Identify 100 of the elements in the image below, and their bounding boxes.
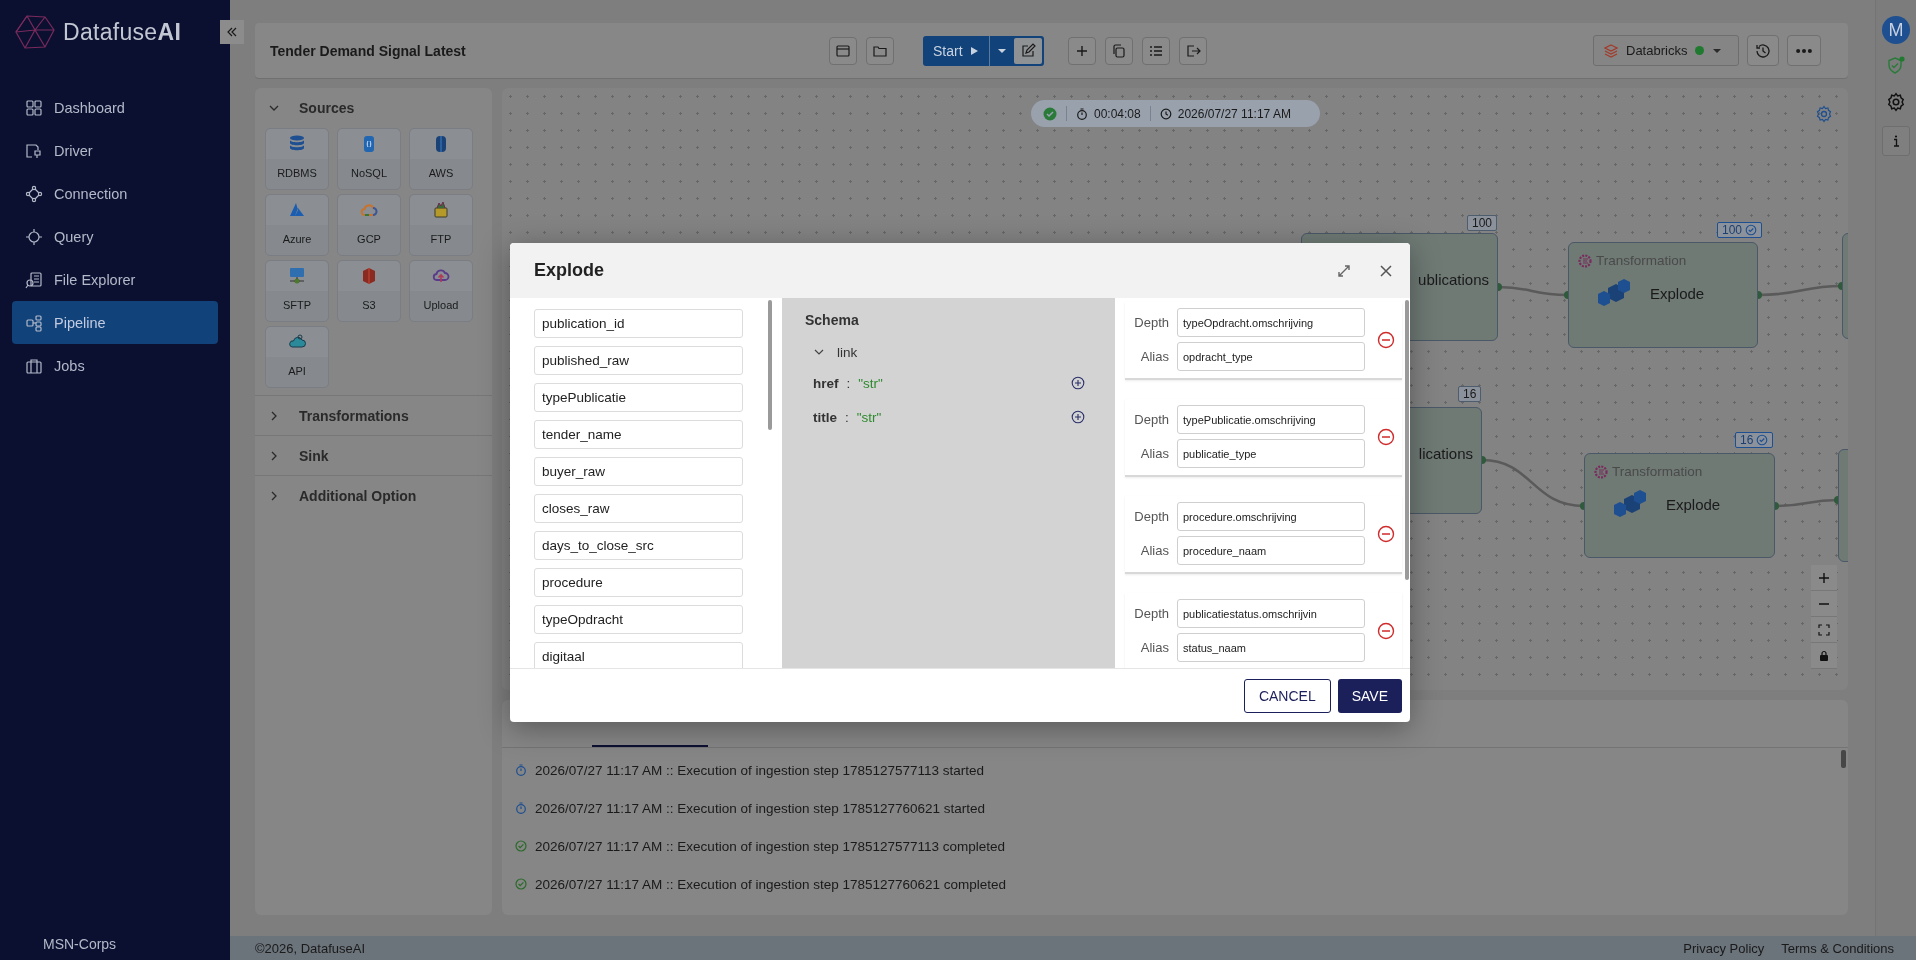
- source-tile[interactable]: Azure: [265, 194, 329, 256]
- column-field[interactable]: publication_id: [534, 309, 743, 338]
- alias-field[interactable]: opdracht_type: [1177, 342, 1365, 371]
- source-tile[interactable]: RDBMS: [265, 128, 329, 190]
- section-header[interactable]: Sink: [255, 436, 492, 475]
- nav-item[interactable]: Pipeline: [12, 301, 218, 344]
- column-field[interactable]: procedure: [534, 568, 743, 597]
- plus-circle-icon[interactable]: [1071, 410, 1085, 424]
- column-field[interactable]: tender_name: [534, 420, 743, 449]
- column-field[interactable]: published_raw: [534, 346, 743, 375]
- avatar[interactable]: M: [1882, 16, 1910, 44]
- source-tile[interactable]: SFTP: [265, 260, 329, 322]
- alias-label: Alias: [1139, 349, 1169, 364]
- remove-icon[interactable]: [1377, 330, 1395, 349]
- scrollbar-thumb[interactable]: [768, 300, 772, 430]
- scrollbar-thumb[interactable]: [1405, 300, 1409, 580]
- depth-label: Depth: [1133, 606, 1169, 621]
- zoom-in-button[interactable]: [1811, 565, 1837, 591]
- zoom-out-button[interactable]: [1811, 591, 1837, 617]
- fit-icon: [1818, 623, 1830, 636]
- column-field[interactable]: typePublicatie: [534, 383, 743, 412]
- pipeline-icon: [25, 313, 43, 332]
- cancel-button[interactable]: CANCEL: [1243, 678, 1331, 713]
- alias-field[interactable]: publicatie_type: [1177, 439, 1365, 468]
- history-button[interactable]: [1747, 35, 1779, 66]
- play-icon: [968, 45, 979, 56]
- timer-icon: [1076, 107, 1088, 120]
- alias-field[interactable]: status_naam: [1177, 633, 1365, 662]
- copy-button[interactable]: [1104, 36, 1133, 65]
- engine-dropdown[interactable]: Databricks: [1593, 35, 1739, 66]
- nav-item[interactable]: Query: [12, 215, 218, 258]
- source-tile[interactable]: NoSQL: [337, 128, 401, 190]
- settings-icon[interactable]: [1815, 105, 1833, 123]
- start-button[interactable]: Start: [923, 35, 990, 66]
- source-tile[interactable]: GCP: [337, 194, 401, 256]
- remove-icon[interactable]: [1377, 427, 1395, 446]
- log-entry: 2026/07/27 11:17 AM :: Execution of ingestion step 1785127760621 started: [535, 800, 986, 816]
- depth-field[interactable]: typePublicatie.omschrijving: [1177, 405, 1365, 434]
- folder-button[interactable]: [866, 36, 894, 65]
- nav-item[interactable]: Jobs: [12, 344, 218, 387]
- tile-label: Upload: [423, 299, 459, 311]
- section-header[interactable]: Transformations: [255, 396, 492, 435]
- save-button[interactable]: SAVE: [1337, 678, 1402, 713]
- column-field[interactable]: digitaal: [534, 642, 743, 668]
- column-field[interactable]: typeOpdracht: [534, 605, 743, 634]
- depth-field[interactable]: typeOpdracht.omschrijving: [1177, 308, 1365, 337]
- source-tile[interactable]: FTP: [409, 194, 473, 256]
- plus-circle-icon[interactable]: [1071, 376, 1085, 390]
- double-chevron-icon: [226, 26, 238, 38]
- more-button[interactable]: [1787, 35, 1821, 66]
- dialog-title: Explode: [534, 260, 604, 281]
- info-button[interactable]: [1882, 126, 1910, 156]
- alias-field[interactable]: procedure_naam: [1177, 536, 1365, 565]
- section-header[interactable]: Additional Option: [255, 476, 492, 515]
- settings-icon[interactable]: [1886, 92, 1906, 112]
- cubes-icon: [1596, 278, 1632, 308]
- window-button[interactable]: [829, 36, 857, 65]
- tile-label: GCP: [357, 233, 381, 245]
- nav-item[interactable]: File Explorer: [12, 258, 218, 301]
- edit-button[interactable]: [1013, 37, 1042, 64]
- file-search-icon: [25, 270, 43, 289]
- footer-link[interactable]: Terms & Conditions: [1781, 940, 1894, 956]
- run-timestamp: 2026/07/27 11:17 AM: [1177, 106, 1291, 121]
- export-button[interactable]: [1178, 36, 1207, 65]
- remove-icon[interactable]: [1377, 621, 1395, 640]
- list-button[interactable]: [1141, 36, 1170, 65]
- collapse-button[interactable]: [220, 20, 244, 44]
- column-field[interactable]: closes_raw: [534, 494, 743, 523]
- depth-field[interactable]: publicatiestatus.omschrijvin: [1177, 599, 1365, 628]
- scrollbar-thumb[interactable]: [1841, 750, 1846, 768]
- plus-icon: [1818, 571, 1830, 584]
- column-field[interactable]: buyer_raw: [534, 457, 743, 486]
- add-button[interactable]: [1067, 36, 1096, 65]
- pipeline-title: Tender Demand Signal Latest: [270, 42, 467, 59]
- column-field[interactable]: days_to_close_src: [534, 531, 743, 560]
- depth-label: Depth: [1133, 315, 1169, 330]
- layers-icon: [1604, 43, 1618, 58]
- separator: :: [845, 409, 849, 425]
- copyright: ©2026, DatafuseAI: [255, 940, 366, 956]
- remove-icon[interactable]: [1377, 524, 1395, 543]
- tree-node[interactable]: link: [805, 338, 1085, 366]
- nav-item[interactable]: Connection: [12, 172, 218, 215]
- source-tile[interactable]: API: [265, 326, 329, 388]
- tile-label: SFTP: [282, 299, 312, 311]
- lock-button[interactable]: [1811, 643, 1837, 669]
- field-key: title: [813, 409, 837, 425]
- source-tile[interactable]: Upload: [409, 260, 473, 322]
- clock-icon: [1159, 107, 1172, 120]
- depth-field[interactable]: procedure.omschrijving: [1177, 502, 1365, 531]
- source-tile[interactable]: AWS: [409, 128, 473, 190]
- section-title: Sources: [299, 99, 355, 116]
- footer-link[interactable]: Privacy Policy: [1683, 940, 1765, 956]
- schema-title: Schema: [805, 312, 860, 328]
- history-icon: [1754, 41, 1772, 60]
- fit-view-button[interactable]: [1811, 617, 1837, 643]
- section-header[interactable]: Sources: [255, 88, 492, 127]
- nav-item[interactable]: Driver: [12, 129, 218, 172]
- source-tile[interactable]: S3: [337, 260, 401, 322]
- nav-item[interactable]: Dashboard: [12, 86, 218, 129]
- section-title: Sink: [299, 447, 329, 464]
